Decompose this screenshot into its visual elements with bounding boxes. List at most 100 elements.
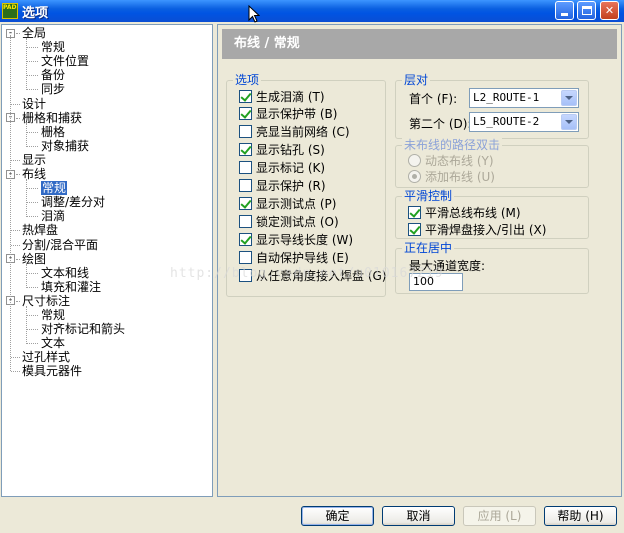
tree-item[interactable]: 常规 <box>41 308 65 322</box>
tree-item[interactable]: 填充和灌注 <box>41 280 101 294</box>
option-checkbox-row[interactable]: 平滑总线布线 (M) <box>408 204 521 220</box>
second-layer-label: 第二个 (D): <box>409 117 472 131</box>
checkbox[interactable] <box>239 125 252 139</box>
tree-connector <box>26 306 27 345</box>
checkbox[interactable] <box>408 222 421 236</box>
tree-connector <box>26 179 27 218</box>
tree-connector <box>26 145 38 147</box>
tree-item-label: 模具元器件 <box>22 364 83 379</box>
option-checkbox-row[interactable]: 显示钻孔 (S) <box>239 142 325 158</box>
checkbox[interactable] <box>239 250 252 264</box>
checkbox[interactable] <box>239 232 252 246</box>
tree-connector <box>16 258 20 260</box>
tree-item-label: 泪滴 <box>41 209 66 224</box>
cancel-button[interactable]: 取消 <box>382 506 455 526</box>
tree-item-label: 尺寸标注 <box>22 293 71 308</box>
tree-item[interactable]: 泪滴 <box>41 209 65 223</box>
checkbox[interactable] <box>239 89 252 103</box>
checkbox-label: 亮显当前网络 (C) <box>256 125 350 140</box>
tree-item[interactable]: 对齐标记和箭头 <box>41 322 125 336</box>
tree-item[interactable]: 文本和线 <box>41 266 89 280</box>
options-tree[interactable]: 全局 - 常规 文件位置 备份 同步 设计 栅格和捕获 - 栅格 对象捕获 显示 布线 - 常规 调整/差分对… <box>1 24 213 497</box>
option-checkbox-row[interactable]: 显示测试点 (P) <box>239 195 336 211</box>
tree-connector <box>11 159 20 161</box>
checkbox-label: 显示保护 (R) <box>256 179 326 193</box>
checkbox-label: 生成泪滴 (T) <box>256 89 325 104</box>
checkbox[interactable] <box>239 179 252 192</box>
tree-item-label: 常规 <box>41 40 66 55</box>
tree-connector <box>10 35 11 372</box>
minimize-button[interactable] <box>555 1 574 20</box>
close-button[interactable]: ✕ <box>600 1 619 20</box>
option-checkbox-row[interactable]: 亮显当前网络 (C) <box>239 124 350 140</box>
tree-item[interactable]: 备份 <box>41 68 65 82</box>
tree-item[interactable]: 栅格和捕获 <box>22 111 82 125</box>
tree-connector <box>26 188 38 190</box>
ok-button[interactable]: 确定 <box>301 506 374 526</box>
checkbox-label: 显示测试点 (P) <box>256 196 337 211</box>
radio-label: 动态布线 (Y) <box>425 153 494 168</box>
chevron-down-icon[interactable] <box>561 114 577 130</box>
help-button[interactable]: 帮助 (H) <box>544 506 617 526</box>
maximize-icon <box>581 6 592 15</box>
maximize-button[interactable] <box>577 1 596 20</box>
checkbox[interactable] <box>239 161 252 175</box>
checkbox[interactable] <box>239 143 252 157</box>
tree-item[interactable]: 设计 <box>22 97 46 111</box>
option-checkbox-row[interactable]: 生成泪滴 (T) <box>239 88 325 104</box>
tree-connector <box>26 343 38 345</box>
radio-button[interactable] <box>408 153 421 167</box>
radio-label: 添加布线 (U) <box>425 169 495 184</box>
tree-connector <box>26 47 38 49</box>
tree-item[interactable]: 分割/混合平面 <box>22 238 98 252</box>
checkbox[interactable] <box>239 196 252 210</box>
unrouted-radio-row[interactable]: 添加布线 (U) <box>408 168 495 184</box>
option-checkbox-row[interactable]: 自动保护导线 (E) <box>239 249 349 265</box>
option-checkbox-row[interactable]: 锁定测试点 (O) <box>239 213 339 229</box>
tree-connector <box>26 216 38 218</box>
second-layer-select[interactable]: L5_ROUTE-2 <box>469 112 579 132</box>
tree-item[interactable]: 模具元器件 <box>22 364 82 378</box>
tree-connector <box>26 272 38 274</box>
tree-item[interactable]: 热焊盘 <box>22 223 58 237</box>
option-checkbox-row[interactable]: 显示保护带 (B) <box>239 106 337 122</box>
settings-panel: 布线 / 常规 选项 生成泪滴 (T) 显示保护带 (B) 亮显当前网络 (C) 显示… <box>217 24 622 497</box>
checkbox[interactable] <box>239 107 252 121</box>
app-icon: PADS <box>2 3 18 19</box>
tree-item-label: 对齐标记和箭头 <box>41 322 126 337</box>
tree-item-label: 同步 <box>41 82 66 97</box>
title-bar: PADS 选项 ✕ <box>0 0 624 22</box>
first-layer-select[interactable]: L2_ROUTE-1 <box>469 88 579 108</box>
tree-connector <box>26 89 38 91</box>
tree-item[interactable]: 文件位置 <box>41 54 89 68</box>
unrouted-double-click-group: 未布线的路径双击 动态布线 (Y) 添加布线 (U) <box>395 138 589 188</box>
tree-item[interactable]: 过孔样式 <box>22 350 70 364</box>
tree-item-label: 过孔样式 <box>22 350 71 365</box>
tree-item[interactable]: 文本 <box>41 336 65 350</box>
tree-item[interactable]: 调整/差分对 <box>41 195 105 209</box>
radio-button[interactable] <box>408 169 421 183</box>
tree-item[interactable]: 常规 <box>41 40 65 54</box>
tree-item-label: 常规 <box>41 308 66 322</box>
tree-connector <box>16 117 20 119</box>
tree-connector <box>26 263 27 288</box>
option-checkbox-row[interactable]: 显示导线长度 (W) <box>239 231 353 247</box>
tree-item-label: 文件位置 <box>41 54 90 69</box>
window-title: 选项 <box>22 5 49 21</box>
tree-item-label: 常规 <box>41 181 68 196</box>
tree-item[interactable]: 常规 <box>41 181 68 196</box>
tree-item[interactable]: 栅格 <box>41 125 65 139</box>
tree-item[interactable]: 对象捕获 <box>41 139 89 153</box>
option-checkbox-row[interactable]: 显示标记 (K) <box>239 160 325 176</box>
checkbox[interactable] <box>408 205 421 219</box>
option-checkbox-row[interactable]: 平滑焊盘接入/引出 (X) <box>408 221 546 237</box>
chevron-down-icon[interactable] <box>561 90 577 106</box>
tree-connector <box>26 61 38 63</box>
tree-item[interactable]: 尺寸标注 <box>22 294 70 308</box>
option-checkbox-row[interactable]: 显示保护 (R) <box>239 178 326 194</box>
unrouted-radio-row[interactable]: 动态布线 (Y) <box>408 152 494 168</box>
tree-item[interactable]: 同步 <box>41 82 65 96</box>
tree-item[interactable]: 显示 <box>22 153 46 167</box>
apply-button[interactable]: 应用 (L) <box>463 506 536 526</box>
checkbox[interactable] <box>239 214 252 228</box>
